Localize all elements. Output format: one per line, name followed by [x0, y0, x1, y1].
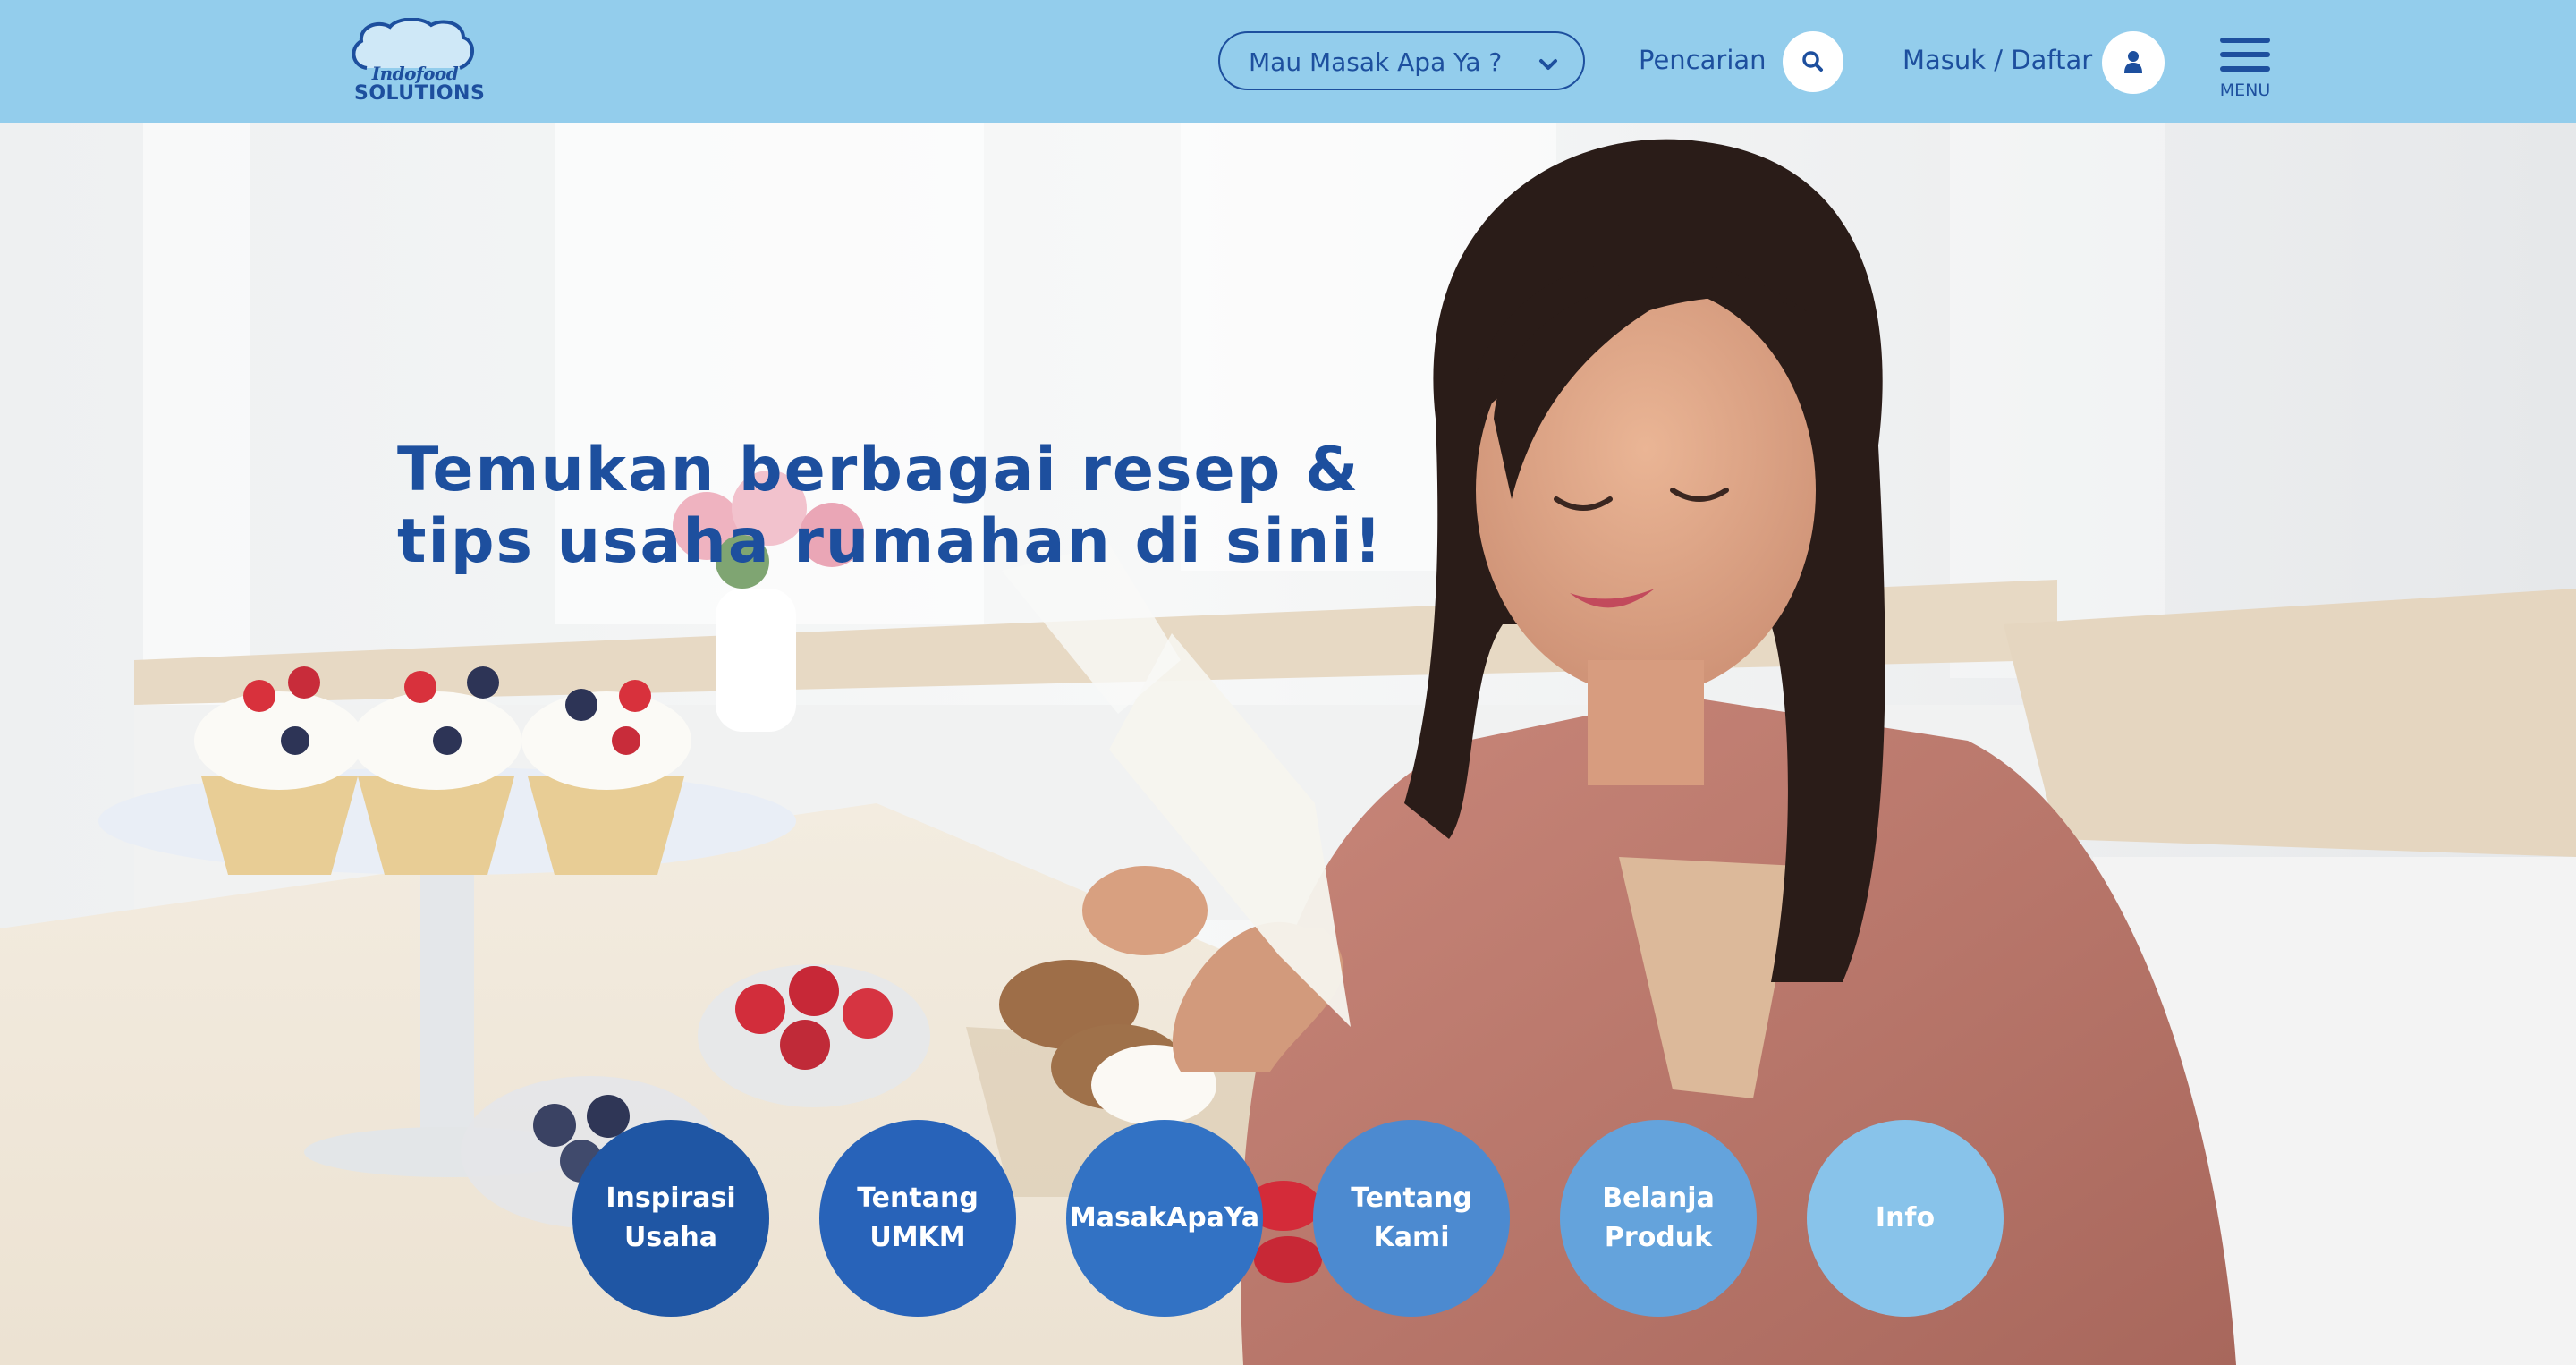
recipe-dropdown[interactable]: Mau Masak Apa Ya ? [1218, 31, 1585, 90]
nav-circle-label: MasakApaYa [1069, 1202, 1260, 1234]
logo-text-brand: Indofood [371, 63, 459, 84]
nav-circle-info[interactable]: Info [1807, 1120, 2004, 1317]
nav-circle-belanja-produk[interactable]: Belanja Produk [1560, 1120, 1757, 1317]
nav-circle-label: Inspirasi [606, 1183, 736, 1214]
nav-circle-label: UMKM [869, 1222, 966, 1253]
hamburger-icon-bar [2220, 52, 2270, 57]
nav-circle-label: Belanja [1602, 1183, 1715, 1214]
hero-photo [0, 123, 2576, 1365]
nav-circle-label: Usaha [623, 1222, 718, 1253]
nav-circle-label: Tentang [1351, 1183, 1472, 1214]
indofood-solutions-logo[interactable]: Indofood SOLUTIONS [347, 18, 486, 107]
account-button[interactable] [2102, 31, 2165, 94]
nav-circle-tentang-umkm[interactable]: Tentang UMKM [819, 1120, 1016, 1317]
site-header: Indofood SOLUTIONS Mau Masak Apa Ya ? Pe… [0, 0, 2576, 123]
nav-circle-tentang-kami[interactable]: Tentang Kami [1313, 1120, 1510, 1317]
menu-button[interactable]: MENU [2216, 34, 2274, 102]
nav-circle-label: Info [1875, 1202, 1936, 1234]
hamburger-icon [2220, 38, 2270, 43]
hero-banner: Temukan berbagai resep & tips usaha ruma… [0, 123, 2576, 1365]
nav-circle-masakapaya[interactable]: MasakApaYa [1066, 1120, 1263, 1317]
logo-text-product: SOLUTIONS [354, 82, 486, 105]
nav-circle-inspirasi-usaha[interactable]: Inspirasi Usaha [572, 1120, 769, 1317]
nav-circle-label: Kami [1373, 1222, 1450, 1253]
nav-circle-label: Produk [1604, 1222, 1713, 1253]
menu-label: MENU [2219, 81, 2271, 100]
search-link[interactable]: Pencarian [1639, 45, 1767, 75]
nav-circle-label: Tentang [857, 1183, 979, 1214]
hero-headline-line1: Temukan berbagai resep & [397, 435, 1360, 505]
chevron-down-icon [1539, 59, 1557, 70]
login-register-link[interactable]: Masuk / Daftar [1902, 45, 2092, 75]
recipe-dropdown-label: Mau Masak Apa Ya ? [1249, 47, 1503, 77]
hero-headline-line2: tips usaha rumahan di sini! [397, 506, 1384, 577]
hamburger-icon-bar [2220, 66, 2270, 72]
search-icon [1802, 51, 1823, 72]
search-button[interactable] [1783, 31, 1843, 92]
hero-headline: Temukan berbagai resep & tips usaha ruma… [397, 435, 1384, 578]
user-icon [2124, 51, 2142, 73]
